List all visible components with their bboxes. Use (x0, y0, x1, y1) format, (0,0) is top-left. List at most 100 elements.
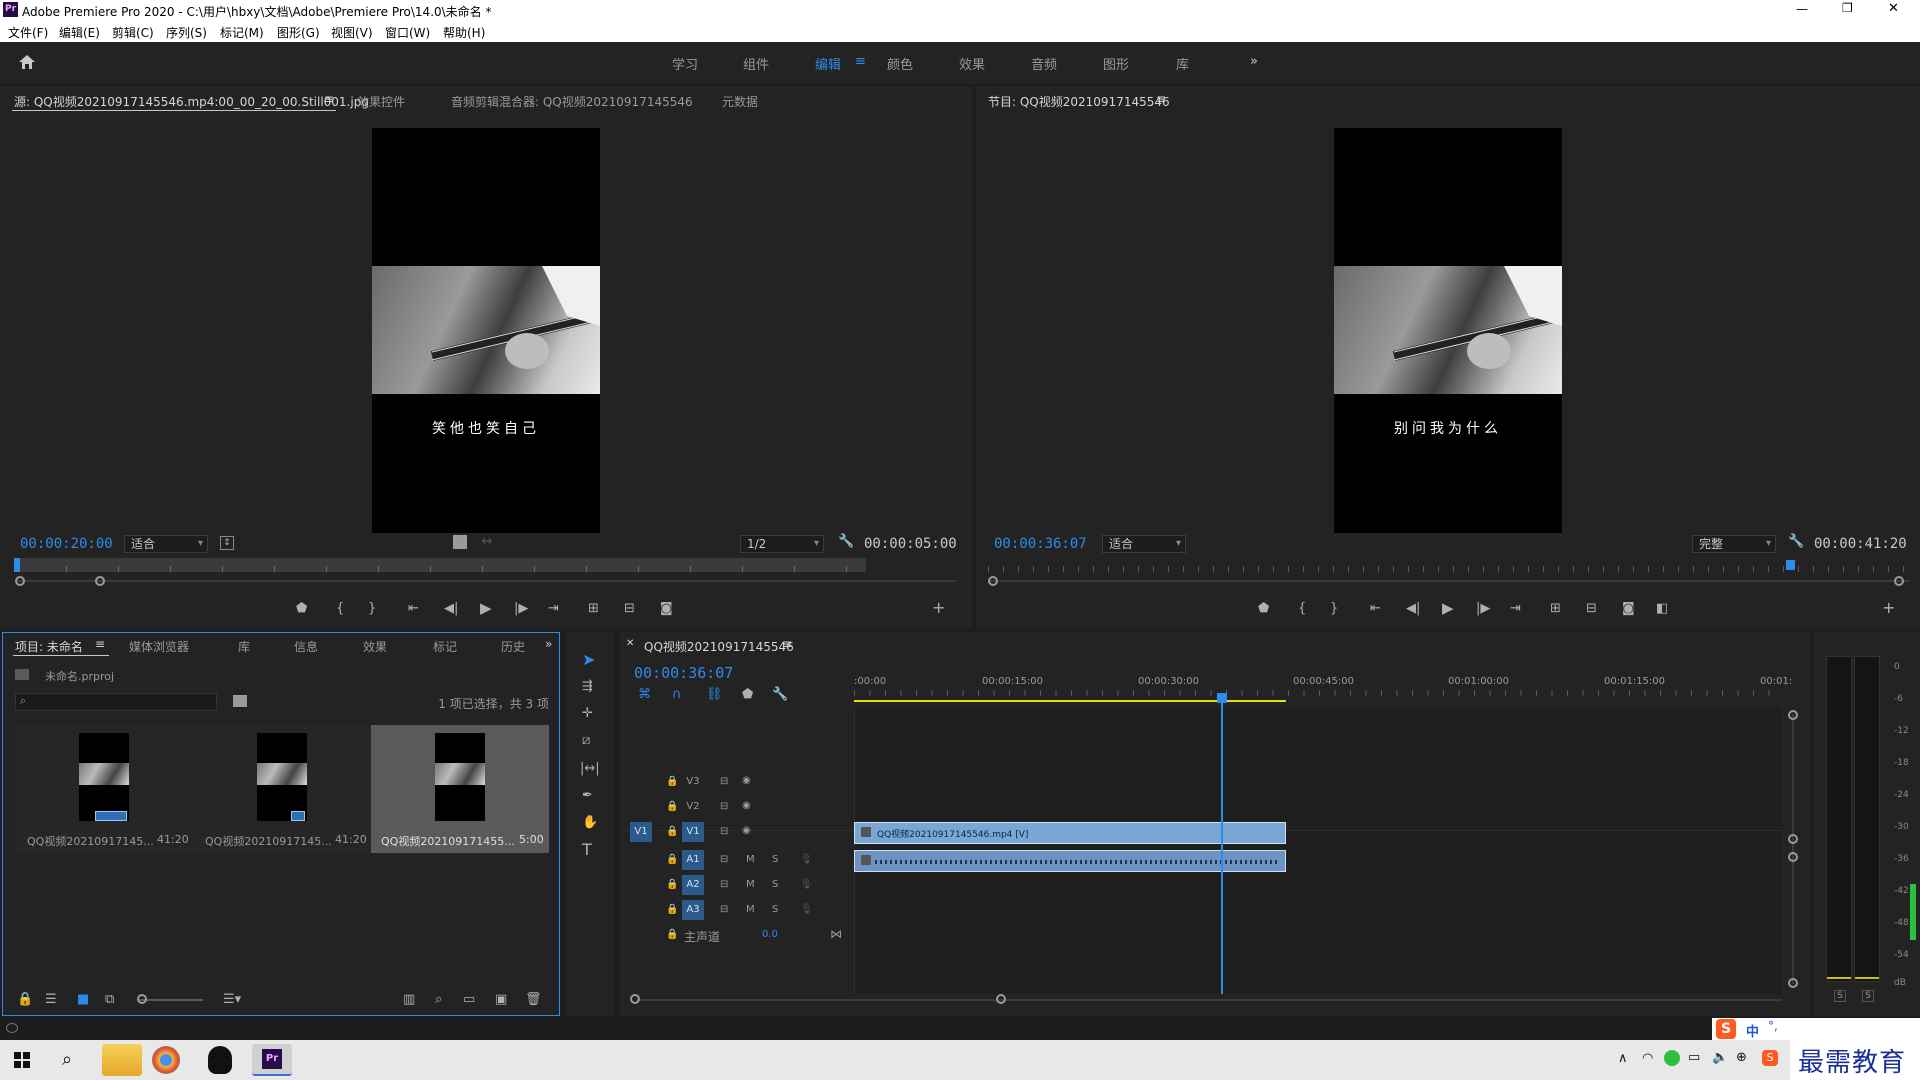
eye-icon[interactable]: ◉ (742, 775, 751, 786)
source-zoom-scrollbar[interactable] (16, 580, 956, 582)
tab-history[interactable]: 历史 (501, 638, 525, 655)
lock-icon[interactable]: 🔒 (666, 879, 678, 890)
trash-icon[interactable]: 🗑 (525, 993, 542, 1006)
eye-icon[interactable]: ◉ (742, 825, 751, 836)
project-item[interactable]: QQ视频20210917145... 41:20 (193, 725, 371, 853)
program-compare-view-icon[interactable]: ◧ (1656, 602, 1668, 615)
new-item-icon[interactable]: ▣ (495, 993, 507, 1006)
project-search-input[interactable]: ⌕ (15, 693, 217, 711)
premiere-taskbar-icon[interactable]: Pr (252, 1044, 292, 1076)
source-export-frame-icon[interactable]: ◙ (660, 602, 673, 615)
menu-view[interactable]: 视图(V) (331, 24, 373, 41)
workspace-effects[interactable]: 效果 (959, 54, 985, 73)
mute-button[interactable]: M (746, 854, 755, 865)
timeline-v-scrollbar[interactable] (1792, 714, 1794, 984)
timeline-v-scroll-handle[interactable] (1788, 852, 1798, 862)
sync-lock-icon[interactable]: ⊟ (720, 904, 728, 915)
sync-lock-icon[interactable]: ⊟ (720, 826, 728, 837)
program-add-marker-icon[interactable]: ⬟ (1258, 602, 1269, 615)
source-button-editor-icon[interactable]: + (932, 600, 945, 616)
tab-program-menu-icon[interactable]: ≡ (1156, 92, 1166, 106)
timeline-close-icon[interactable]: ✕ (626, 638, 634, 649)
ime-punctuation[interactable]: °, (1768, 1019, 1778, 1033)
program-export-frame-icon[interactable]: ◙ (1622, 602, 1635, 615)
drag-video-icon[interactable] (453, 535, 467, 549)
mute-button[interactable]: M (746, 879, 755, 890)
file-explorer-icon[interactable] (102, 1044, 142, 1076)
lock-icon[interactable]: 🔒 (666, 904, 678, 915)
track-target-v3[interactable]: V3 (682, 772, 704, 792)
master-volume-value[interactable]: 0.0 (762, 929, 778, 940)
tab-program[interactable]: 节目: QQ视频20210917145546 (988, 93, 1170, 110)
tray-sogou-icon[interactable]: S (1762, 1050, 1778, 1066)
selection-tool-icon[interactable]: ➤ (582, 652, 595, 668)
menu-file[interactable]: 文件(F) (8, 24, 48, 41)
more-workspaces-icon[interactable]: » (1250, 54, 1258, 69)
source-add-marker-icon[interactable]: ⬟ (296, 602, 307, 615)
qq-icon[interactable] (208, 1046, 232, 1074)
workspace-menu-icon[interactable]: ≡ (855, 54, 866, 69)
timeline-h-scrollbar[interactable] (636, 999, 1782, 1001)
tray-notification-icon[interactable]: ◠ (1642, 1051, 1653, 1066)
zoom-slider-handle[interactable] (137, 994, 147, 1004)
icon-view-icon[interactable]: ■ (77, 993, 89, 1006)
source-time-ruler[interactable] (14, 558, 866, 572)
tab-project[interactable]: 项目: 未命名 (15, 638, 83, 655)
solo-right-button[interactable]: S (1862, 990, 1874, 1002)
program-quality-dropdown[interactable]: 完整 ▾ (1692, 535, 1776, 553)
program-fit-dropdown[interactable]: 适合 ▾ (1102, 535, 1186, 553)
program-go-to-in-icon[interactable]: ⇤ (1370, 602, 1381, 615)
source-zoom-handle-right[interactable] (95, 576, 105, 586)
tab-project-menu-icon[interactable]: ≡ (95, 637, 105, 651)
tab-timeline-sequence[interactable]: QQ视频20210917145546 (644, 638, 794, 655)
tab-markers[interactable]: 标记 (433, 638, 457, 655)
lock-icon[interactable]: 🔒 (17, 993, 33, 1006)
program-go-to-out-icon[interactable]: ⇥ (1510, 602, 1521, 615)
source-patch-v1[interactable]: V1 (630, 822, 652, 842)
program-zoom-scrollbar[interactable] (990, 580, 1910, 582)
hand-tool-icon[interactable]: ✋ (582, 816, 598, 829)
workspace-editing[interactable]: 编辑 (815, 54, 841, 73)
project-item[interactable]: QQ视频20210917145... 41:20 (15, 725, 193, 853)
project-item-selected[interactable]: QQ视频202109171455... 5:00 (371, 725, 549, 853)
tray-network-icon[interactable]: ▭ (1688, 1050, 1700, 1065)
solo-button[interactable]: S (772, 879, 778, 890)
program-button-editor-icon[interactable]: + (1882, 600, 1895, 616)
workspace-audio[interactable]: 音频 (1031, 54, 1057, 73)
lock-icon[interactable]: 🔒 (666, 801, 678, 812)
tray-chevron-icon[interactable]: ∧ (1618, 1051, 1628, 1066)
tray-volume-icon[interactable]: 🔈 (1712, 1050, 1728, 1065)
lock-icon[interactable]: 🔒 (666, 776, 678, 787)
source-fit-dropdown[interactable]: 适合 ▾ (124, 535, 208, 553)
timeline-v-scroll-handle[interactable] (1788, 978, 1798, 988)
sort-icons-icon[interactable]: ☰▾ (223, 993, 241, 1006)
nest-toggle-icon[interactable]: ⌘ (638, 688, 651, 701)
search-icon[interactable]: ⌕ (62, 1049, 72, 1070)
timeline-v-scroll-handle[interactable] (1788, 710, 1798, 720)
restore-button[interactable]: ❐ (1842, 1, 1853, 15)
track-target-a1[interactable]: A1 (682, 850, 704, 870)
program-mark-in-icon[interactable]: { (1298, 602, 1306, 615)
microphone-icon[interactable]: 🎙 (800, 854, 813, 865)
track-select-tool-icon[interactable]: ⇶ (582, 680, 593, 693)
type-tool-icon[interactable]: T (582, 842, 592, 858)
workspace-graphics[interactable]: 图形 (1103, 54, 1129, 73)
lock-icon[interactable]: 🔒 (666, 929, 678, 940)
menu-window[interactable]: 窗口(W) (385, 24, 430, 41)
sync-lock-icon[interactable]: ⊟ (720, 776, 728, 787)
sync-lock-icon[interactable]: ⊟ (720, 801, 728, 812)
program-step-back-icon[interactable]: ◀| (1406, 602, 1420, 615)
source-step-forward-icon[interactable]: |▶ (514, 602, 528, 615)
new-search-bin-icon[interactable] (233, 695, 247, 707)
timeline-h-scroll-handle[interactable] (630, 994, 640, 1004)
workspace-learn[interactable]: 学习 (672, 54, 698, 73)
drag-audio-icon[interactable]: ↔ (479, 535, 495, 548)
minimize-button[interactable]: — (1796, 2, 1808, 16)
chrome-icon[interactable] (152, 1046, 180, 1074)
timeline-ruler[interactable]: :00:00 00:00:15:00 00:00:30:00 00:00:45:… (854, 672, 1792, 704)
timeline-v-scroll-handle[interactable] (1788, 834, 1798, 844)
source-overwrite-icon[interactable]: ⊟ (624, 602, 635, 615)
program-step-forward-icon[interactable]: |▶ (1476, 602, 1490, 615)
solo-left-button[interactable]: S (1834, 990, 1846, 1002)
razor-tool-icon[interactable]: ⧄ (582, 734, 590, 747)
